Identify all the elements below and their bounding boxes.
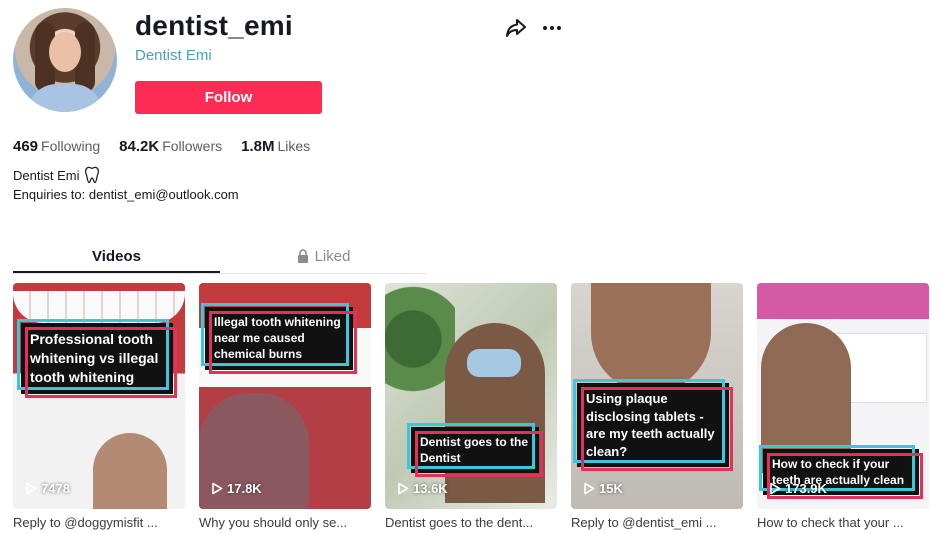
stat-value: 469: [13, 138, 39, 155]
stat-label: Likes: [277, 138, 311, 154]
stat-likes: 1.8M Likes: [241, 138, 310, 155]
video-card[interactable]: Professional tooth whitening vs illegal …: [13, 283, 185, 530]
view-count-value: 13.6K: [413, 481, 448, 496]
stat-label: Following: [41, 138, 101, 154]
video-card[interactable]: How to check if your teeth are actually …: [757, 283, 929, 530]
tab-label: Liked: [314, 248, 351, 265]
play-icon: [584, 482, 595, 495]
stat-label: Followers: [162, 138, 223, 154]
view-count: 13.6K: [397, 481, 448, 496]
view-count: 15K: [583, 481, 623, 496]
avatar[interactable]: [13, 8, 117, 112]
video-card[interactable]: Illegal tooth whitening near me caused c…: [199, 283, 371, 530]
thumbnail-person: [591, 283, 711, 393]
lock-icon: [297, 249, 308, 263]
view-count-value: 7478: [41, 481, 70, 496]
bio-text: Dentist Emi: [13, 167, 80, 183]
view-count: 17.8K: [211, 481, 262, 496]
video-description[interactable]: How to check that your ...: [757, 515, 929, 530]
stat-value: 1.8M: [241, 138, 275, 155]
video-grid: Professional tooth whitening vs illegal …: [13, 283, 929, 530]
thumbnail-mask: [467, 349, 521, 377]
video-thumbnail[interactable]: Using plaque disclosing tablets - are my…: [571, 283, 743, 509]
bio-line-2: Enquiries to: dentist_emi@outlook.com: [13, 187, 239, 202]
video-card[interactable]: Using plaque disclosing tablets - are my…: [571, 283, 743, 530]
video-description[interactable]: Reply to @dentist_emi ...: [571, 515, 743, 530]
video-caption: Illegal tooth whitening near me caused c…: [201, 303, 357, 374]
video-thumbnail[interactable]: Dentist goes to the Dentist 13.6K: [385, 283, 557, 509]
tab-liked[interactable]: Liked: [220, 240, 427, 273]
video-description[interactable]: Dentist goes to the dent...: [385, 515, 557, 530]
stat-following[interactable]: 469 Following: [13, 138, 100, 155]
stat-followers[interactable]: 84.2K Followers: [119, 138, 222, 155]
view-count-value: 17.8K: [227, 481, 262, 496]
video-caption: Using plaque disclosing tablets - are my…: [573, 378, 733, 472]
view-count: 173.9K: [769, 481, 827, 496]
play-icon: [398, 482, 409, 495]
video-card[interactable]: Dentist goes to the Dentist 13.6K Dentis…: [385, 283, 557, 530]
stat-value: 84.2K: [119, 138, 160, 155]
profile-stats: 469 Following 84.2K Followers 1.8M Likes: [13, 138, 329, 155]
view-count-value: 15K: [599, 481, 623, 496]
play-icon: [770, 482, 781, 495]
video-thumbnail[interactable]: How to check if your teeth are actually …: [757, 283, 929, 509]
more-dots-icon[interactable]: [540, 16, 564, 40]
avatar-face: [49, 32, 81, 72]
username: dentist_emi: [135, 10, 293, 41]
nickname: Dentist Emi: [135, 47, 212, 64]
view-count: 7478: [25, 481, 70, 496]
video-description[interactable]: Why you should only se...: [199, 515, 371, 530]
profile-tabs: Videos Liked: [13, 240, 427, 274]
play-icon: [212, 482, 223, 495]
video-thumbnail[interactable]: Professional tooth whitening vs illegal …: [13, 283, 185, 509]
share-arrow-icon[interactable]: [504, 16, 528, 40]
video-caption: Dentist goes to the Dentist: [407, 422, 543, 478]
tab-videos[interactable]: Videos: [13, 240, 220, 273]
thumbnail-person: [93, 433, 167, 509]
follow-button[interactable]: Follow: [135, 81, 322, 114]
play-icon: [26, 482, 37, 495]
view-count-value: 173.9K: [785, 481, 827, 496]
video-caption: Professional tooth whitening vs illegal …: [17, 319, 177, 398]
tab-label: Videos: [92, 248, 141, 265]
video-description[interactable]: Reply to @doggymisfit ...: [13, 515, 185, 530]
video-thumbnail[interactable]: Illegal tooth whitening near me caused c…: [199, 283, 371, 509]
tooth-icon: [85, 166, 100, 184]
bio-line-1: Dentist Emi: [13, 166, 100, 184]
